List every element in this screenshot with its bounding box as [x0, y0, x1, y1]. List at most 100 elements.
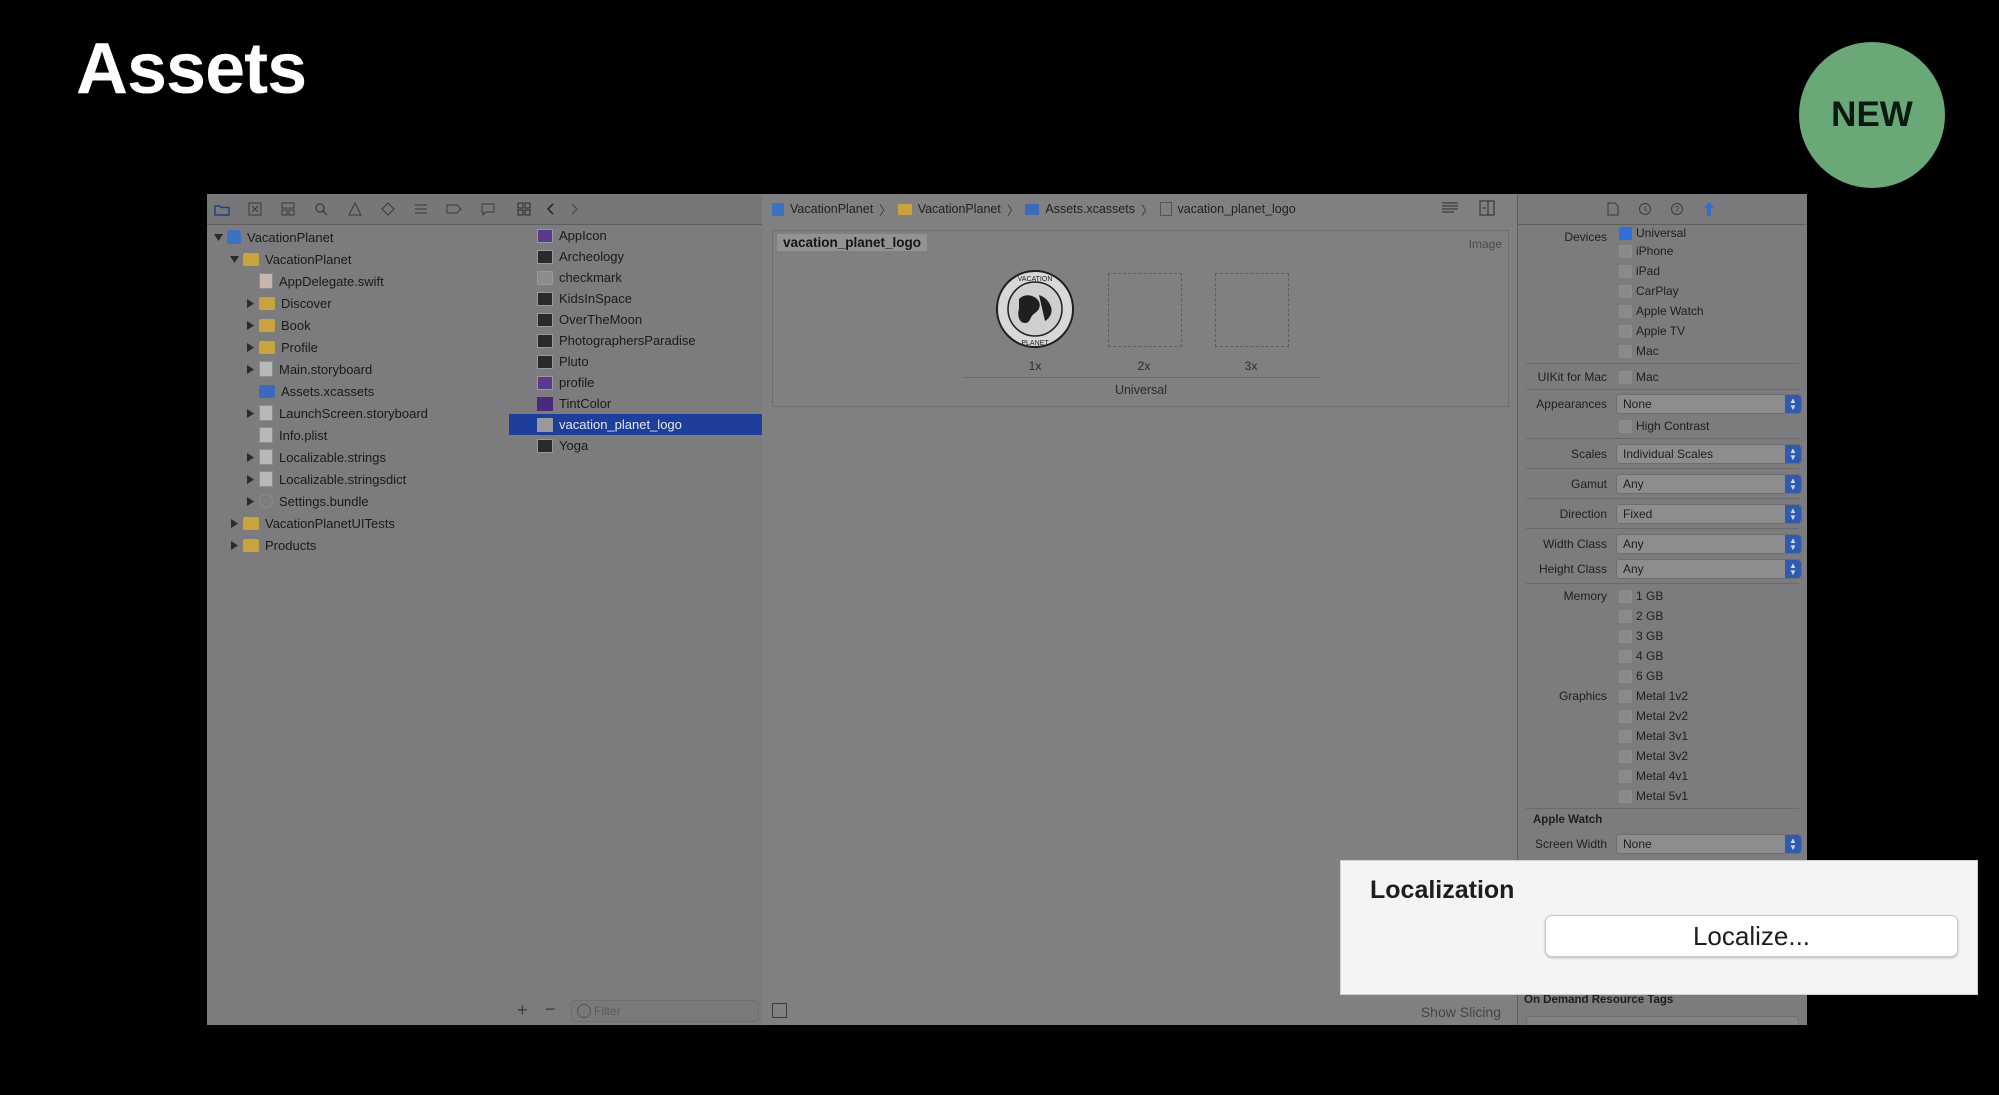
graphics-checkbox[interactable]: [1619, 690, 1632, 703]
search-icon[interactable]: [312, 200, 330, 218]
asset-item[interactable]: Yoga: [509, 435, 762, 456]
tree-row[interactable]: Products: [207, 534, 509, 556]
breakpoint-icon[interactable]: [445, 200, 463, 218]
memory-option: 3 GB: [1636, 629, 1664, 643]
memory-checkbox[interactable]: [1619, 630, 1632, 643]
asset-item[interactable]: checkmark: [509, 267, 762, 288]
asset-item[interactable]: AppIcon: [509, 225, 762, 246]
scales-select[interactable]: Individual Scales ▲ ▼: [1616, 444, 1802, 464]
show-overview-icon[interactable]: [772, 1003, 787, 1018]
breadcrumb-item[interactable]: VacationPlanet: [918, 202, 1001, 216]
show-slicing-button[interactable]: Show Slicing: [1421, 1004, 1501, 1020]
slot-3x[interactable]: [1215, 273, 1289, 347]
asset-item[interactable]: OverTheMoon: [509, 309, 762, 330]
filter-field[interactable]: Filter: [571, 1000, 759, 1022]
tags-field[interactable]: [1526, 1016, 1799, 1025]
ipad-checkbox[interactable]: [1619, 265, 1632, 278]
help-icon[interactable]: ?: [1668, 200, 1686, 218]
tree-row[interactable]: Info.plist: [207, 424, 509, 446]
asset-item[interactable]: PhotographersParadise: [509, 330, 762, 351]
disclosure-open-icon[interactable]: [229, 254, 239, 264]
mac-checkbox[interactable]: [1619, 345, 1632, 358]
hierarchy-icon[interactable]: [279, 200, 297, 218]
carplay-checkbox[interactable]: [1619, 285, 1632, 298]
attributes-icon[interactable]: [1700, 200, 1718, 218]
asset-item[interactable]: profile: [509, 372, 762, 393]
appearances-select[interactable]: None ▲ ▼: [1616, 394, 1802, 414]
select-arrows-icon: ▲ ▼: [1785, 445, 1801, 463]
tree-row[interactable]: Assets.xcassets: [207, 380, 509, 402]
tree-row[interactable]: Main.storyboard: [207, 358, 509, 380]
iphone-checkbox[interactable]: [1619, 245, 1632, 258]
memory-checkbox[interactable]: [1619, 650, 1632, 663]
asset-item-selected[interactable]: vacation_planet_logo: [509, 414, 762, 435]
asset-item[interactable]: TintColor: [509, 393, 762, 414]
breadcrumb-item[interactable]: Assets.xcassets: [1045, 202, 1135, 216]
graphics-checkbox[interactable]: [1619, 710, 1632, 723]
asset-item[interactable]: Pluto: [509, 351, 762, 372]
graphics-checkbox[interactable]: [1619, 770, 1632, 783]
localize-button[interactable]: Localize...: [1545, 915, 1958, 957]
back-arrow-icon[interactable]: [541, 200, 559, 218]
disclosure-closed-icon[interactable]: [245, 496, 255, 506]
asset-item[interactable]: Archeology: [509, 246, 762, 267]
debug-icon[interactable]: [412, 200, 430, 218]
forward-arrow-icon[interactable]: [566, 200, 584, 218]
tree-row[interactable]: Profile: [207, 336, 509, 358]
editor-options-icon[interactable]: [1441, 201, 1459, 218]
high-contrast-checkbox[interactable]: [1619, 420, 1632, 433]
tree-row[interactable]: Discover: [207, 292, 509, 314]
memory-checkbox[interactable]: [1619, 590, 1632, 603]
tree-row[interactable]: Localizable.stringsdict: [207, 468, 509, 490]
breadcrumb-item[interactable]: VacationPlanet: [790, 202, 873, 216]
graphics-checkbox[interactable]: [1619, 730, 1632, 743]
height-class-select[interactable]: Any ▲ ▼: [1616, 559, 1802, 579]
disclosure-closed-icon[interactable]: [245, 320, 255, 330]
tree-row[interactable]: Book: [207, 314, 509, 336]
image-set-name[interactable]: vacation_planet_logo: [777, 234, 928, 251]
memory-checkbox[interactable]: [1619, 610, 1632, 623]
disclosure-closed-icon[interactable]: [245, 298, 255, 308]
width-class-select[interactable]: Any ▲ ▼: [1616, 534, 1802, 554]
disclosure-closed-icon[interactable]: [245, 364, 255, 374]
disclosure-closed-icon[interactable]: [229, 518, 239, 528]
test-icon[interactable]: [379, 200, 397, 218]
warning-icon[interactable]: [346, 200, 364, 218]
file-inspector-icon[interactable]: [1604, 200, 1622, 218]
gamut-select[interactable]: Any ▲ ▼: [1616, 474, 1802, 494]
breadcrumb-item[interactable]: vacation_planet_logo: [1178, 202, 1296, 216]
disclosure-closed-icon[interactable]: [245, 452, 255, 462]
graphics-checkbox[interactable]: [1619, 750, 1632, 763]
disclosure-closed-icon[interactable]: [245, 474, 255, 484]
tree-row[interactable]: Localizable.strings: [207, 446, 509, 468]
folder-icon[interactable]: [213, 200, 231, 218]
history-icon[interactable]: [1636, 200, 1654, 218]
direction-select[interactable]: Fixed ▲ ▼: [1616, 504, 1802, 524]
disclosure-closed-icon[interactable]: [245, 408, 255, 418]
tree-row[interactable]: AppDelegate.swift: [207, 270, 509, 292]
asset-item[interactable]: KidsInSpace: [509, 288, 762, 309]
tree-row[interactable]: VacationPlanet: [207, 226, 509, 248]
disclosure-closed-icon[interactable]: [229, 540, 239, 550]
graphics-checkbox[interactable]: [1619, 790, 1632, 803]
remove-icon[interactable]: −: [545, 999, 556, 1020]
disclosure-closed-icon[interactable]: [245, 342, 255, 352]
tree-row[interactable]: VacationPlanetUITests: [207, 512, 509, 534]
tree-row[interactable]: LaunchScreen.storyboard: [207, 402, 509, 424]
globe-logo-image[interactable]: VACATION PLANET: [995, 269, 1075, 349]
assistant-editor-icon[interactable]: [1479, 200, 1495, 219]
apple-watch-checkbox[interactable]: [1619, 305, 1632, 318]
universal-checkbox[interactable]: [1619, 227, 1632, 240]
source-control-icon[interactable]: [246, 200, 264, 218]
memory-checkbox[interactable]: [1619, 670, 1632, 683]
tree-row[interactable]: Settings.bundle: [207, 490, 509, 512]
report-icon[interactable]: [479, 200, 497, 218]
grid-icon[interactable]: [515, 200, 533, 218]
uikit-mac-checkbox[interactable]: [1619, 371, 1632, 384]
slot-2x[interactable]: [1108, 273, 1182, 347]
apple-tv-checkbox[interactable]: [1619, 325, 1632, 338]
screen-width-select[interactable]: None ▲ ▼: [1616, 834, 1802, 854]
add-icon[interactable]: +: [517, 1000, 528, 1021]
disclosure-open-icon[interactable]: [213, 232, 223, 242]
tree-row[interactable]: VacationPlanet: [207, 248, 509, 270]
